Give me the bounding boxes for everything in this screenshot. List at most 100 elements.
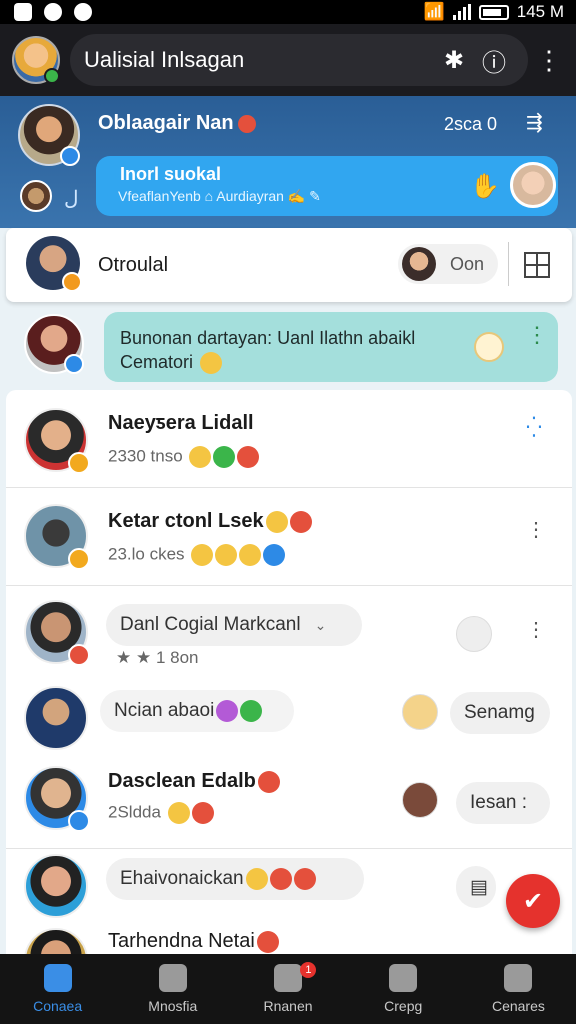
teal-message-row[interactable]: Bunonan dartayan: Uanl Ilathn abaikl Cema…: [0, 306, 576, 388]
more-options-icon[interactable]: ⋮: [526, 620, 546, 640]
contact-avatar: [24, 600, 90, 666]
more-menu-icon[interactable]: ⋮: [534, 40, 564, 80]
verified-badge-icon: [60, 146, 80, 166]
sticker-icon[interactable]: [402, 694, 438, 730]
list-item[interactable]: Dasclean Edalb 2Sldda Iesan :: [6, 762, 572, 850]
profile-meta: 2sca 0: [444, 114, 498, 134]
signal-icon: [452, 4, 471, 20]
contact-name: Ketar ctonl Lsek: [108, 510, 312, 533]
status-badge-icon: [68, 548, 90, 570]
wave-hand-icon[interactable]: ✋: [470, 172, 500, 201]
pinned-avatar: [26, 236, 82, 292]
nav-media[interactable]: Mnosfia: [115, 954, 230, 1024]
chip-avatar: [402, 247, 436, 281]
profile-header: Oblaagair Nan 2sca 0 ⇶ ل Inorl suokal Vf…: [0, 96, 576, 228]
bubble-avatar[interactable]: [510, 162, 556, 208]
contact-name: Dasclean Edalb: [108, 770, 280, 793]
profile-name: Oblaagair Nan: [98, 112, 256, 135]
message-chip[interactable]: Ehaivonaickan: [106, 858, 364, 900]
contact-name: Naeyƽera Lidall: [108, 412, 254, 434]
nav-profile[interactable]: Cenares: [461, 954, 576, 1024]
more-options-icon[interactable]: ⋮: [526, 324, 548, 346]
list-item[interactable]: Tarhendna Netai: [6, 920, 572, 954]
contact-sub: 2Sldda: [108, 802, 214, 824]
verified-badge-icon: [64, 354, 84, 374]
nav-messages[interactable]: 1 Rnanen: [230, 954, 345, 1024]
puzzle-icon[interactable]: ✱: [434, 40, 474, 80]
contact-avatar: [24, 928, 88, 954]
list-item[interactable]: Ncian abaoi Senamg: [6, 682, 572, 762]
close-x-icon: [158, 964, 187, 992]
contact-avatar: [24, 854, 88, 918]
status-badge-icon: [68, 810, 90, 832]
app-title: Ualisial Inlsagan: [84, 47, 245, 72]
pinned-name: Otroulal: [98, 254, 169, 276]
list-item[interactable]: Danl Cogial Markcanl ⌄ ★ ★ 1 8on ⋮: [6, 586, 572, 682]
notification-icon: [74, 3, 92, 21]
status-time: 145 M: [516, 2, 564, 21]
unread-badge: 1: [300, 962, 317, 978]
nav-home[interactable]: Conaea: [0, 954, 115, 1024]
divider: [508, 242, 509, 286]
bubble-title: Inorl suokal: [120, 164, 222, 184]
more-options-icon[interactable]: ⋮: [526, 520, 546, 540]
profile-message-bubble[interactable]: Inorl suokal VfeaflanYenb ⌂ Aurdiayran ✍…: [96, 156, 558, 216]
note-icon[interactable]: ▤: [456, 866, 496, 908]
contact-avatar: [24, 504, 90, 570]
inbox-icon: [274, 964, 302, 992]
top-bar: Ualisial Inlsagan ✱ ⓘ ⋮: [0, 24, 576, 96]
status-badge-icon: [68, 452, 90, 474]
message-text: Bunonan dartayan: Uanl Ilathn abaikl Cema…: [120, 326, 415, 375]
divider: [6, 848, 572, 849]
gallery-icon: [14, 3, 32, 21]
chat-list: Naeyƽera Lidall 2330 tnso ⁛ Ketar ctonl …: [6, 390, 572, 954]
loading-icon: ⁛: [526, 417, 542, 439]
contact-avatar: [24, 686, 88, 750]
teal-message-bubble[interactable]: Bunonan dartayan: Uanl Ilathn abaikl Cema…: [104, 312, 558, 382]
status-badge-icon: [68, 644, 90, 666]
action-chip[interactable]: Iesan :: [456, 782, 550, 824]
pinned-chat-card[interactable]: Otroulal Oon: [6, 228, 572, 302]
reaction-icon[interactable]: [456, 616, 492, 652]
bubble-subtitle: VfeaflanYenb ⌂ Aurdiayran ✍ ✎: [118, 188, 321, 204]
contact-name: Ncian abaoi: [114, 700, 215, 721]
online-status-icon: [44, 68, 60, 84]
action-chip[interactable]: Senamg: [450, 692, 550, 734]
contact-name: Danl Cogial Markcanl: [120, 614, 301, 635]
chip-label: Oon: [450, 253, 485, 274]
my-avatar[interactable]: [12, 36, 60, 84]
profile-avatar[interactable]: [18, 104, 80, 166]
contact-avatar: [24, 766, 90, 832]
face-emoji-icon: [474, 332, 504, 362]
battery-icon: [478, 4, 509, 20]
grid-icon[interactable]: [524, 252, 550, 278]
search-icon: [389, 964, 418, 992]
contact-sub: 2330 tnso: [108, 446, 260, 468]
home-icon: [43, 964, 72, 992]
message-chip[interactable]: Ncian abaoi: [100, 690, 294, 732]
small-avatar[interactable]: [20, 180, 52, 212]
emoji-icon: [200, 352, 223, 375]
contact-sub: 23.lo ckes: [108, 544, 286, 566]
emoji-icon: [237, 114, 256, 133]
contact-sub: ★ ★ 1 8on: [116, 648, 199, 667]
contact-name: Ehaivonaickan: [120, 868, 244, 889]
bottom-nav: Conaea Mnosfia 1 Rnanen Crepg Cenares: [0, 954, 576, 1024]
nav-search[interactable]: Crepg: [346, 954, 461, 1024]
pinned-chip[interactable]: Oon: [398, 244, 498, 284]
app-title-bar[interactable]: Ualisial Inlsagan ✱ ⓘ: [70, 34, 528, 86]
status-bar: 📶 145 M: [0, 0, 576, 24]
list-item[interactable]: Naeyƽera Lidall 2330 tnso ⁛: [6, 390, 572, 488]
list-item[interactable]: Ketar ctonl Lsek 23.lo ckes ⋮: [6, 488, 572, 586]
share-icon[interactable]: ⇶: [526, 110, 543, 135]
message-avatar: [24, 314, 84, 374]
wifi-icon: 📶: [423, 2, 445, 21]
status-badge-icon: [62, 272, 82, 292]
list-item[interactable]: Ehaivonaickan ▤: [6, 850, 572, 920]
compose-button[interactable]: ✔: [506, 874, 560, 928]
info-icon[interactable]: ⓘ: [474, 40, 514, 80]
small-label: ل: [64, 188, 79, 210]
contact-name-chip[interactable]: Danl Cogial Markcanl ⌄: [106, 604, 362, 646]
contact-avatar: [24, 408, 90, 474]
contact-mini-avatar[interactable]: [402, 782, 438, 818]
